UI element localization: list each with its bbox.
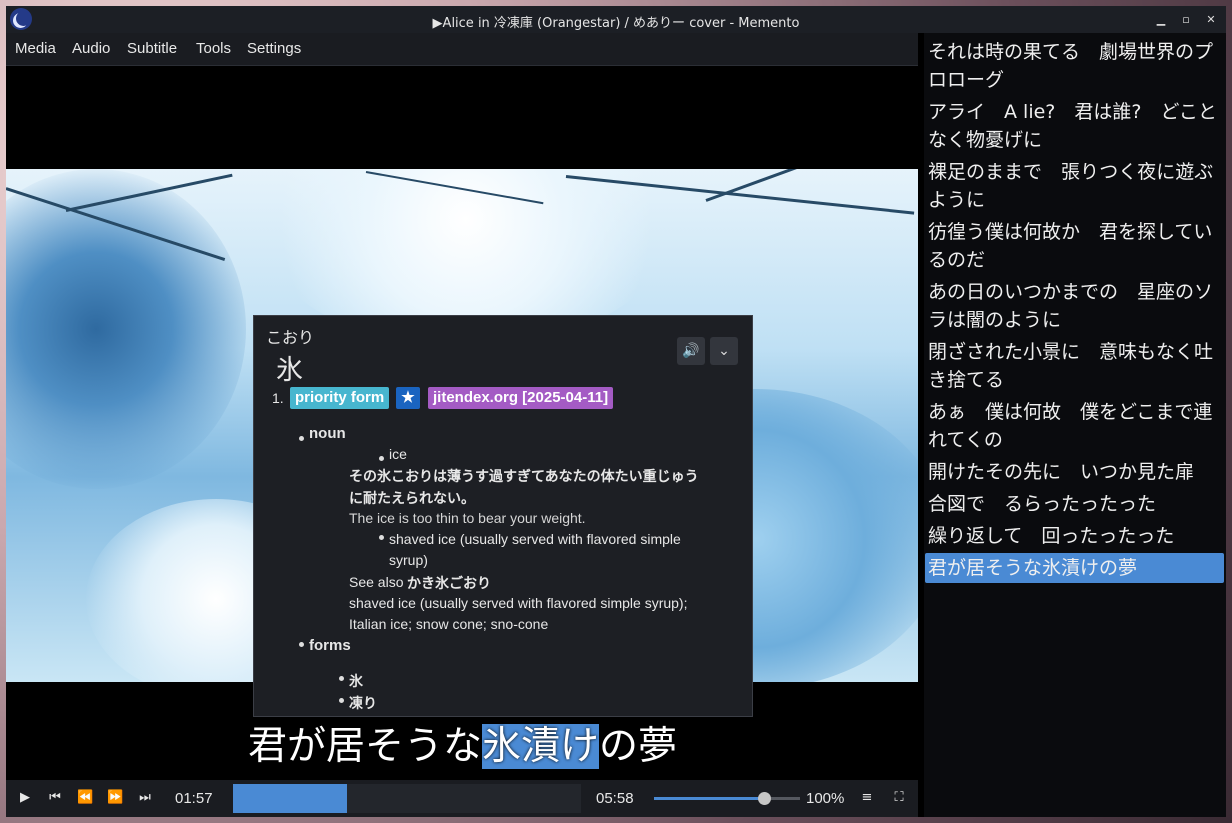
example-japanese: その氷こおりは薄うす過すぎてあなたの体たい重じゅう xyxy=(349,469,699,485)
subtitle-list-item[interactable]: あぁ 僕は何故 僕をどこまで連 れてくの xyxy=(925,397,1224,455)
seek-bar[interactable] xyxy=(233,784,581,813)
menu-icon[interactable]: ≡ xyxy=(859,790,875,806)
subtitle-list-item[interactable]: 裸足のままで 張りつく夜に遊ぶ ように xyxy=(925,157,1224,215)
subtitle-list-item[interactable]: それは時の果てる 劇場世界のプ ロローグ xyxy=(925,37,1224,95)
see-also-label: See also xyxy=(349,574,404,590)
branch xyxy=(705,169,904,202)
current-time: 01:57 xyxy=(175,790,213,807)
close-icon[interactable]: ✕ xyxy=(1202,11,1220,29)
volume-level xyxy=(654,797,764,800)
fast-forward-icon[interactable]: ⏩ xyxy=(107,790,123,806)
menu-tools[interactable]: Tools xyxy=(196,40,231,57)
subtitle-list-item[interactable]: アライ A lie? 君は誰? どこと なく物憂げに xyxy=(925,97,1224,155)
see-also-gloss: shaved ice (usually served with flavored… xyxy=(349,595,688,611)
gloss-shaved-ice-cont: syrup) xyxy=(389,552,428,568)
subtitle-line: アライ A lie? 君は誰? どこと xyxy=(928,101,1217,123)
minimize-icon[interactable]: ▁ xyxy=(1152,11,1170,29)
skip-previous-icon[interactable]: ⏮ xyxy=(47,790,63,806)
menu-subtitle[interactable]: Subtitle xyxy=(127,40,177,57)
ice-shadow-left xyxy=(6,169,246,489)
see-also-gloss-cont: Italian ice; snow cone; sno-cone xyxy=(349,616,549,632)
subtitle-line: 閉ざされた小景に 意味もなく吐 xyxy=(928,341,1214,363)
subtitle-line: あぁ 僕は何故 僕をどこまで連 xyxy=(928,401,1213,423)
bullet xyxy=(299,436,304,441)
tag-priority-form[interactable]: priority form xyxy=(290,387,390,409)
subtitle-list[interactable]: それは時の果てる 劇場世界のプ ロローグ アライ A lie? 君は誰? どこと なく… xyxy=(924,33,1226,817)
forms-label: forms xyxy=(309,637,351,654)
subtitle-list-item[interactable]: あの日のいつかまでの 星座のソ ラは闇のように xyxy=(925,277,1224,335)
subtitle-line-cont: るのだ xyxy=(928,249,986,271)
audio-icon[interactable]: 🔊 xyxy=(677,337,705,365)
menu-audio[interactable]: Audio xyxy=(72,40,110,57)
rewind-icon[interactable]: ⏪ xyxy=(77,790,93,806)
subtitle-line: 合図で るらったったった xyxy=(928,493,1157,515)
fullscreen-icon[interactable]: ⛶ xyxy=(891,790,907,806)
see-also-link[interactable]: かき氷ごおり xyxy=(407,573,491,593)
example-english: The ice is too thin to bear your weight. xyxy=(349,510,586,526)
bullet xyxy=(339,676,344,681)
subtitle-line-cont: き捨てる xyxy=(928,369,1005,391)
volume-percent: 100% xyxy=(806,790,845,807)
memento-window: ▶Alice in 冷凍庫 (Orangestar) / めありー cover … xyxy=(6,6,1226,817)
subtitle-line-cont: ように xyxy=(928,189,986,211)
bullet xyxy=(379,456,384,461)
subtitle-line: あの日のいつかまでの 星座のソ xyxy=(928,281,1214,303)
subtitle-line-cont: れてくの xyxy=(928,429,1003,451)
entry-number: 1. xyxy=(272,390,284,406)
star-icon[interactable]: ★ xyxy=(396,387,420,409)
tag-dictionary[interactable]: jitendex.org [2025-04-11] xyxy=(428,387,614,409)
menu-bar: Media Audio Subtitle Tools Settings xyxy=(6,33,918,66)
dictionary-popup[interactable]: こおり 氷 🔊 ⌄ 1. priority form ★ jitendex.or… xyxy=(253,315,753,717)
menu-settings[interactable]: Settings xyxy=(247,40,301,57)
volume-handle[interactable] xyxy=(758,792,771,805)
window-title: ▶Alice in 冷凍庫 (Orangestar) / めありー cover … xyxy=(432,16,800,31)
form-item: 氷 xyxy=(349,674,363,690)
term-kanji: 氷 xyxy=(276,355,303,386)
skip-next-icon[interactable]: ⏭ xyxy=(137,790,153,806)
example-japanese-cont: に耐たえられない。 xyxy=(349,491,475,507)
subtitle-overlay[interactable]: 君が居そうな氷漬けの夢 xyxy=(248,718,677,776)
bullet xyxy=(339,698,344,703)
subtitle-line: 裸足のままで 張りつく夜に遊ぶ xyxy=(928,161,1214,183)
menu-media[interactable]: Media xyxy=(15,40,56,57)
play-icon[interactable]: ▶ xyxy=(17,790,33,806)
subtitle-text[interactable]: 君が居そうな xyxy=(248,724,482,769)
title-bar[interactable]: ▶Alice in 冷凍庫 (Orangestar) / めありー cover … xyxy=(6,6,1226,33)
subtitle-line-cont: ロローグ xyxy=(928,69,1005,91)
part-of-speech: noun xyxy=(309,425,346,442)
seek-progress xyxy=(233,784,347,813)
gloss-ice: ice xyxy=(389,446,407,462)
total-time: 05:58 xyxy=(596,790,634,807)
subtitle-list-item[interactable]: 繰り返して 回ったったった xyxy=(925,521,1224,551)
subtitle-line: それは時の果てる 劇場世界のプ xyxy=(928,41,1214,63)
chevron-down-icon[interactable]: ⌄ xyxy=(710,337,738,365)
subtitle-list-item[interactable]: 君が居そうな氷漬けの夢 xyxy=(925,553,1224,583)
subtitle-list-item[interactable]: 彷徨う僕は何故か 君を探してい るのだ xyxy=(925,217,1224,275)
subtitle-line: 繰り返して 回ったったった xyxy=(928,525,1175,547)
subtitle-highlight[interactable]: 氷漬け xyxy=(482,724,600,769)
gloss-shaved-ice: shaved ice (usually served with flavored… xyxy=(389,531,681,547)
subtitle-list-item[interactable]: 開けたその先に いつか見た扉 xyxy=(925,457,1224,487)
subtitle-line-cont: なく物憂げに xyxy=(928,129,1043,151)
form-item: 凍り xyxy=(349,696,377,712)
bullet xyxy=(299,642,304,647)
volume-slider[interactable] xyxy=(654,792,800,805)
subtitle-line-cont: ラは闇のように xyxy=(928,309,1062,331)
subtitle-line: 君が居そうな氷漬けの夢 xyxy=(928,557,1138,579)
maximize-icon[interactable]: ▫ xyxy=(1177,11,1195,29)
subtitle-text-end[interactable]: の夢 xyxy=(599,724,677,769)
subtitle-line: 彷徨う僕は何故か 君を探してい xyxy=(928,221,1213,243)
control-bar: ▶ ⏮ ⏪ ⏩ ⏭ 01:57 05:58 100% ≡ ⛶ xyxy=(6,780,918,817)
subtitle-list-item[interactable]: 閉ざされた小景に 意味もなく吐 き捨てる xyxy=(925,337,1224,395)
term-reading: こおり xyxy=(266,330,315,347)
subtitle-line: 開けたその先に いつか見た扉 xyxy=(928,461,1195,483)
subtitle-list-item[interactable]: 合図で るらったったった xyxy=(925,489,1224,519)
bullet xyxy=(379,535,384,540)
